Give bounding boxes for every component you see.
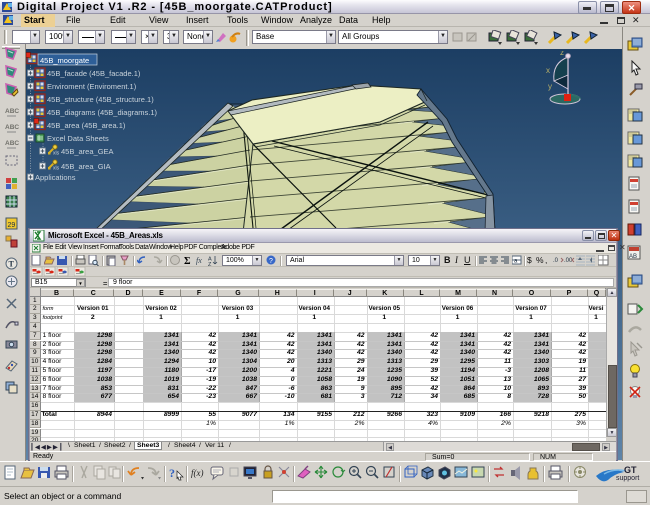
svg-text:45B_area (45B_area.1): 45B_area (45B_area.1) [47, 121, 126, 130]
svg-text:ABC: ABC [5, 140, 19, 147]
svg-text:29: 29 [8, 222, 16, 229]
svg-text:Excel Data Sheets: Excel Data Sheets [47, 134, 109, 143]
svg-text:y: y [548, 82, 552, 91]
svg-text:45B_diagrams (45B_diagrams.1): 45B_diagrams (45B_diagrams.1) [47, 108, 158, 117]
svg-text:45B_structure (45B_structure.1: 45B_structure (45B_structure.1) [47, 95, 154, 104]
svg-text:Applications: Applications [35, 173, 76, 182]
svg-text:f(x): f(x) [191, 468, 204, 478]
svg-text:Σ: Σ [184, 256, 191, 266]
svg-text:fx: fx [196, 256, 202, 265]
svg-text:xls: xls [53, 151, 60, 157]
svg-text:ABC: ABC [5, 108, 19, 115]
svg-text:Enviroment (Enviroment.1): Enviroment (Enviroment.1) [47, 82, 137, 91]
svg-text:Z: Z [208, 262, 212, 266]
svg-text:z: z [560, 51, 564, 57]
svg-text:T: T [9, 260, 15, 269]
svg-text:45B_area_GIA: 45B_area_GIA [61, 162, 111, 171]
svg-text:x: x [546, 66, 550, 75]
svg-text:45B_area_GEA: 45B_area_GEA [61, 147, 114, 156]
svg-text:?: ? [169, 466, 175, 480]
svg-text:AB: AB [629, 254, 637, 260]
svg-text:?: ? [269, 258, 273, 265]
svg-text:45B_facade (45B_facade.1): 45B_facade (45B_facade.1) [47, 69, 141, 78]
svg-text:.0: .0 [553, 258, 559, 264]
svg-text:45B_moorgate: 45B_moorgate [40, 56, 89, 65]
svg-text:.00: .00 [564, 258, 573, 264]
svg-text:ABC: ABC [5, 124, 19, 131]
svg-text:xls: xls [53, 166, 60, 172]
